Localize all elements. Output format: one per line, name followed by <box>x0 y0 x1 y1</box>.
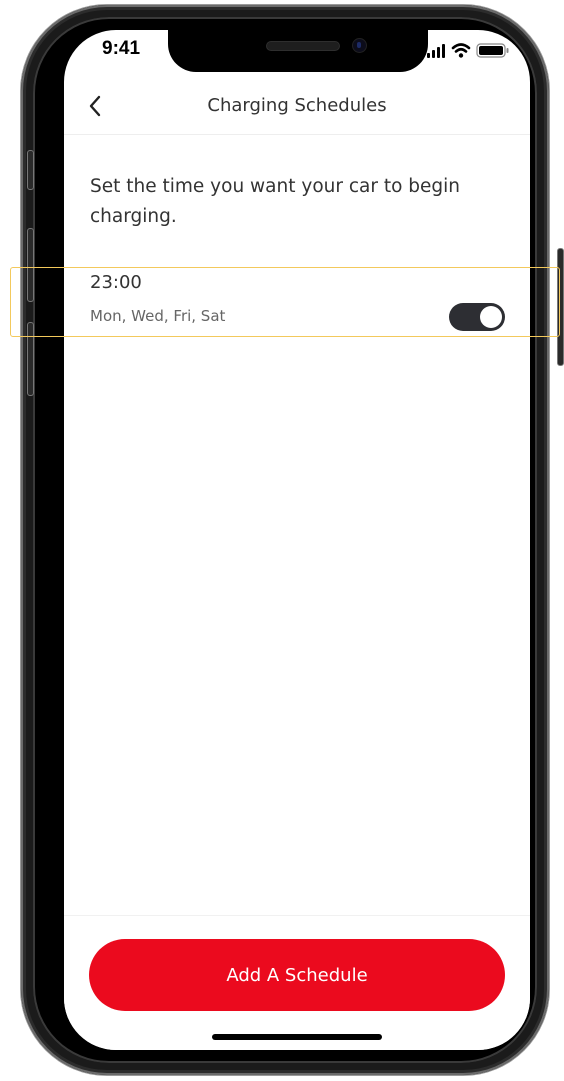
schedule-days: Mon, Wed, Fri, Sat <box>90 307 226 325</box>
navigation-bar: Charging Schedules <box>64 94 530 135</box>
status-time: 9:41 <box>102 38 141 59</box>
front-camera <box>352 38 367 53</box>
schedule-row[interactable]: 23:00 Mon, Wed, Fri, Sat <box>64 262 530 334</box>
phone-screen: 9:41 Charging Schedules Set the time you… <box>64 30 530 1050</box>
bottom-panel: Add A Schedule <box>64 915 530 1050</box>
speaker-grille <box>266 41 340 51</box>
wifi-icon <box>451 43 471 58</box>
page-title: Charging Schedules <box>207 95 387 116</box>
volume-up-button <box>27 228 34 302</box>
home-indicator[interactable] <box>212 1034 382 1040</box>
intro-text: Set the time you want your car to begin … <box>90 176 461 227</box>
toggle-knob <box>480 306 502 328</box>
schedule-toggle[interactable] <box>449 303 505 331</box>
schedule-time: 23:00 <box>90 272 142 293</box>
status-icons <box>427 41 517 59</box>
battery-icon <box>476 43 509 58</box>
power-button <box>557 248 564 366</box>
mute-switch <box>27 150 34 190</box>
signal-icon <box>427 44 445 58</box>
add-schedule-button[interactable]: Add A Schedule <box>89 939 505 1011</box>
notch <box>168 30 428 72</box>
volume-down-button <box>27 322 34 396</box>
